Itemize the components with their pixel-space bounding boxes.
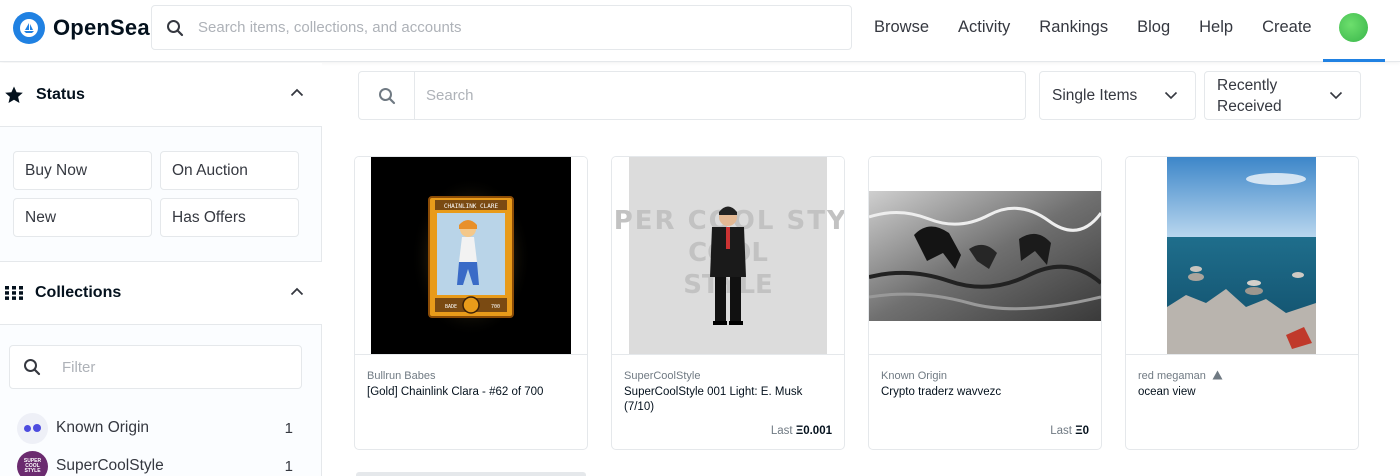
last-price: Last Ξ0 <box>1050 425 1089 437</box>
asset-title[interactable]: Crypto traderz wavvezc <box>881 385 1091 400</box>
collection-item-known-origin[interactable]: Known Origin 1 <box>17 412 297 444</box>
asset-card[interactable]: SUPER COOL STYLE COOL STYLE SuperCoolSty… <box>611 156 845 450</box>
nav-rankings[interactable]: Rankings <box>1039 18 1108 37</box>
price-label: Last <box>770 425 793 437</box>
asset-card[interactable]: CHAINLINK CLARE BADE 700 Bullrun Babes [… <box>354 156 588 450</box>
collection-filter-input[interactable] <box>62 358 282 376</box>
price-value: Ξ0 <box>1075 425 1089 437</box>
asset-card-partial[interactable] <box>356 472 586 476</box>
active-nav-indicator <box>1323 59 1385 62</box>
search-icon <box>10 358 54 376</box>
asset-title[interactable]: [Gold] Chainlink Clara - #62 of 700 <box>367 385 577 400</box>
top-header: OpenSea Browse Activity Rankings Blog He… <box>0 0 1400 62</box>
asset-image: CHAINLINK CLARE BADE 700 <box>355 157 587 355</box>
collection-item-supercoolstyle[interactable]: SUPER COOL STYLE SuperCoolStyle 1 <box>17 450 297 476</box>
status-section-header[interactable]: Status <box>0 63 322 127</box>
buy-now-button[interactable]: Buy Now <box>13 151 152 190</box>
new-button[interactable]: New <box>13 198 152 237</box>
collection-count: 1 <box>284 419 293 437</box>
item-type-value: Single Items <box>1052 86 1138 104</box>
collection-filter[interactable] <box>9 345 302 389</box>
global-search[interactable] <box>151 5 852 50</box>
chevron-up-icon[interactable] <box>290 88 304 97</box>
collections-title: Collections <box>35 284 122 301</box>
brand-name: OpenSea <box>53 15 150 40</box>
main-nav: Browse Activity Rankings Blog Help Creat… <box>874 18 1341 37</box>
item-type-select[interactable]: Single Items <box>1039 71 1196 120</box>
price-label: Last <box>1050 425 1072 437</box>
last-price: Last Ξ0.001 <box>771 425 832 437</box>
sort-value: Recently Received <box>1217 76 1282 115</box>
items-search[interactable] <box>358 71 1026 120</box>
star-icon <box>5 86 23 103</box>
chevron-down-icon <box>1329 91 1343 100</box>
on-auction-button[interactable]: On Auction <box>160 151 299 190</box>
asset-collection[interactable]: red megaman <box>1138 370 1223 382</box>
opensea-logo-icon <box>13 12 45 44</box>
supercoolstyle-logo: SUPER COOL STYLE <box>17 450 48 476</box>
filter-sidebar: Status Buy Now On Auction New Has Offers… <box>0 63 322 476</box>
asset-image: SUPER COOL STYLE COOL STYLE <box>612 157 844 355</box>
card-caption: CHAINLINK CLARE <box>444 203 499 210</box>
asset-image <box>1126 157 1358 355</box>
collection-name: SuperCoolStyle <box>56 457 164 474</box>
search-icon <box>359 72 415 119</box>
nav-activity[interactable]: Activity <box>958 18 1010 37</box>
nav-browse[interactable]: Browse <box>874 18 929 37</box>
asset-collection[interactable]: Known Origin <box>881 370 947 382</box>
collection-name: Known Origin <box>56 419 150 436</box>
warning-icon <box>1212 370 1223 380</box>
status-title: Status <box>36 85 85 103</box>
card-rarity: BADE <box>445 304 457 310</box>
asset-title[interactable]: SuperCoolStyle 001 Light: E. Musk (7/10) <box>624 385 834 415</box>
nav-help[interactable]: Help <box>1199 18 1233 37</box>
global-search-input[interactable] <box>198 19 818 36</box>
asset-collection[interactable]: Bullrun Babes <box>367 370 436 382</box>
collection-count: 1 <box>284 457 293 475</box>
nav-blog[interactable]: Blog <box>1137 18 1170 37</box>
nav-create[interactable]: Create <box>1262 18 1312 37</box>
known-origin-logo <box>17 412 48 444</box>
asset-image <box>869 157 1101 355</box>
card-number: 700 <box>491 304 500 310</box>
asset-card[interactable]: Known Origin Crypto traderz wavvezc Last… <box>868 156 1102 450</box>
sort-select[interactable]: Recently Received <box>1204 71 1361 120</box>
items-search-input[interactable] <box>426 87 986 104</box>
chevron-up-icon[interactable] <box>290 287 304 296</box>
grid-icon <box>5 286 23 300</box>
price-value: Ξ0.001 <box>795 425 832 437</box>
collections-section-header[interactable]: Collections <box>0 261 322 325</box>
chevron-down-icon <box>1164 91 1178 100</box>
collection-name: red megaman <box>1138 370 1206 382</box>
search-icon <box>152 19 198 37</box>
profile-avatar[interactable] <box>1339 13 1368 42</box>
asset-card[interactable]: red megaman ocean view <box>1125 156 1359 450</box>
asset-collection[interactable]: SuperCoolStyle <box>624 370 700 382</box>
has-offers-button[interactable]: Has Offers <box>160 198 299 237</box>
asset-title[interactable]: ocean view <box>1138 385 1348 400</box>
opensea-logo[interactable]: OpenSea <box>13 12 150 44</box>
